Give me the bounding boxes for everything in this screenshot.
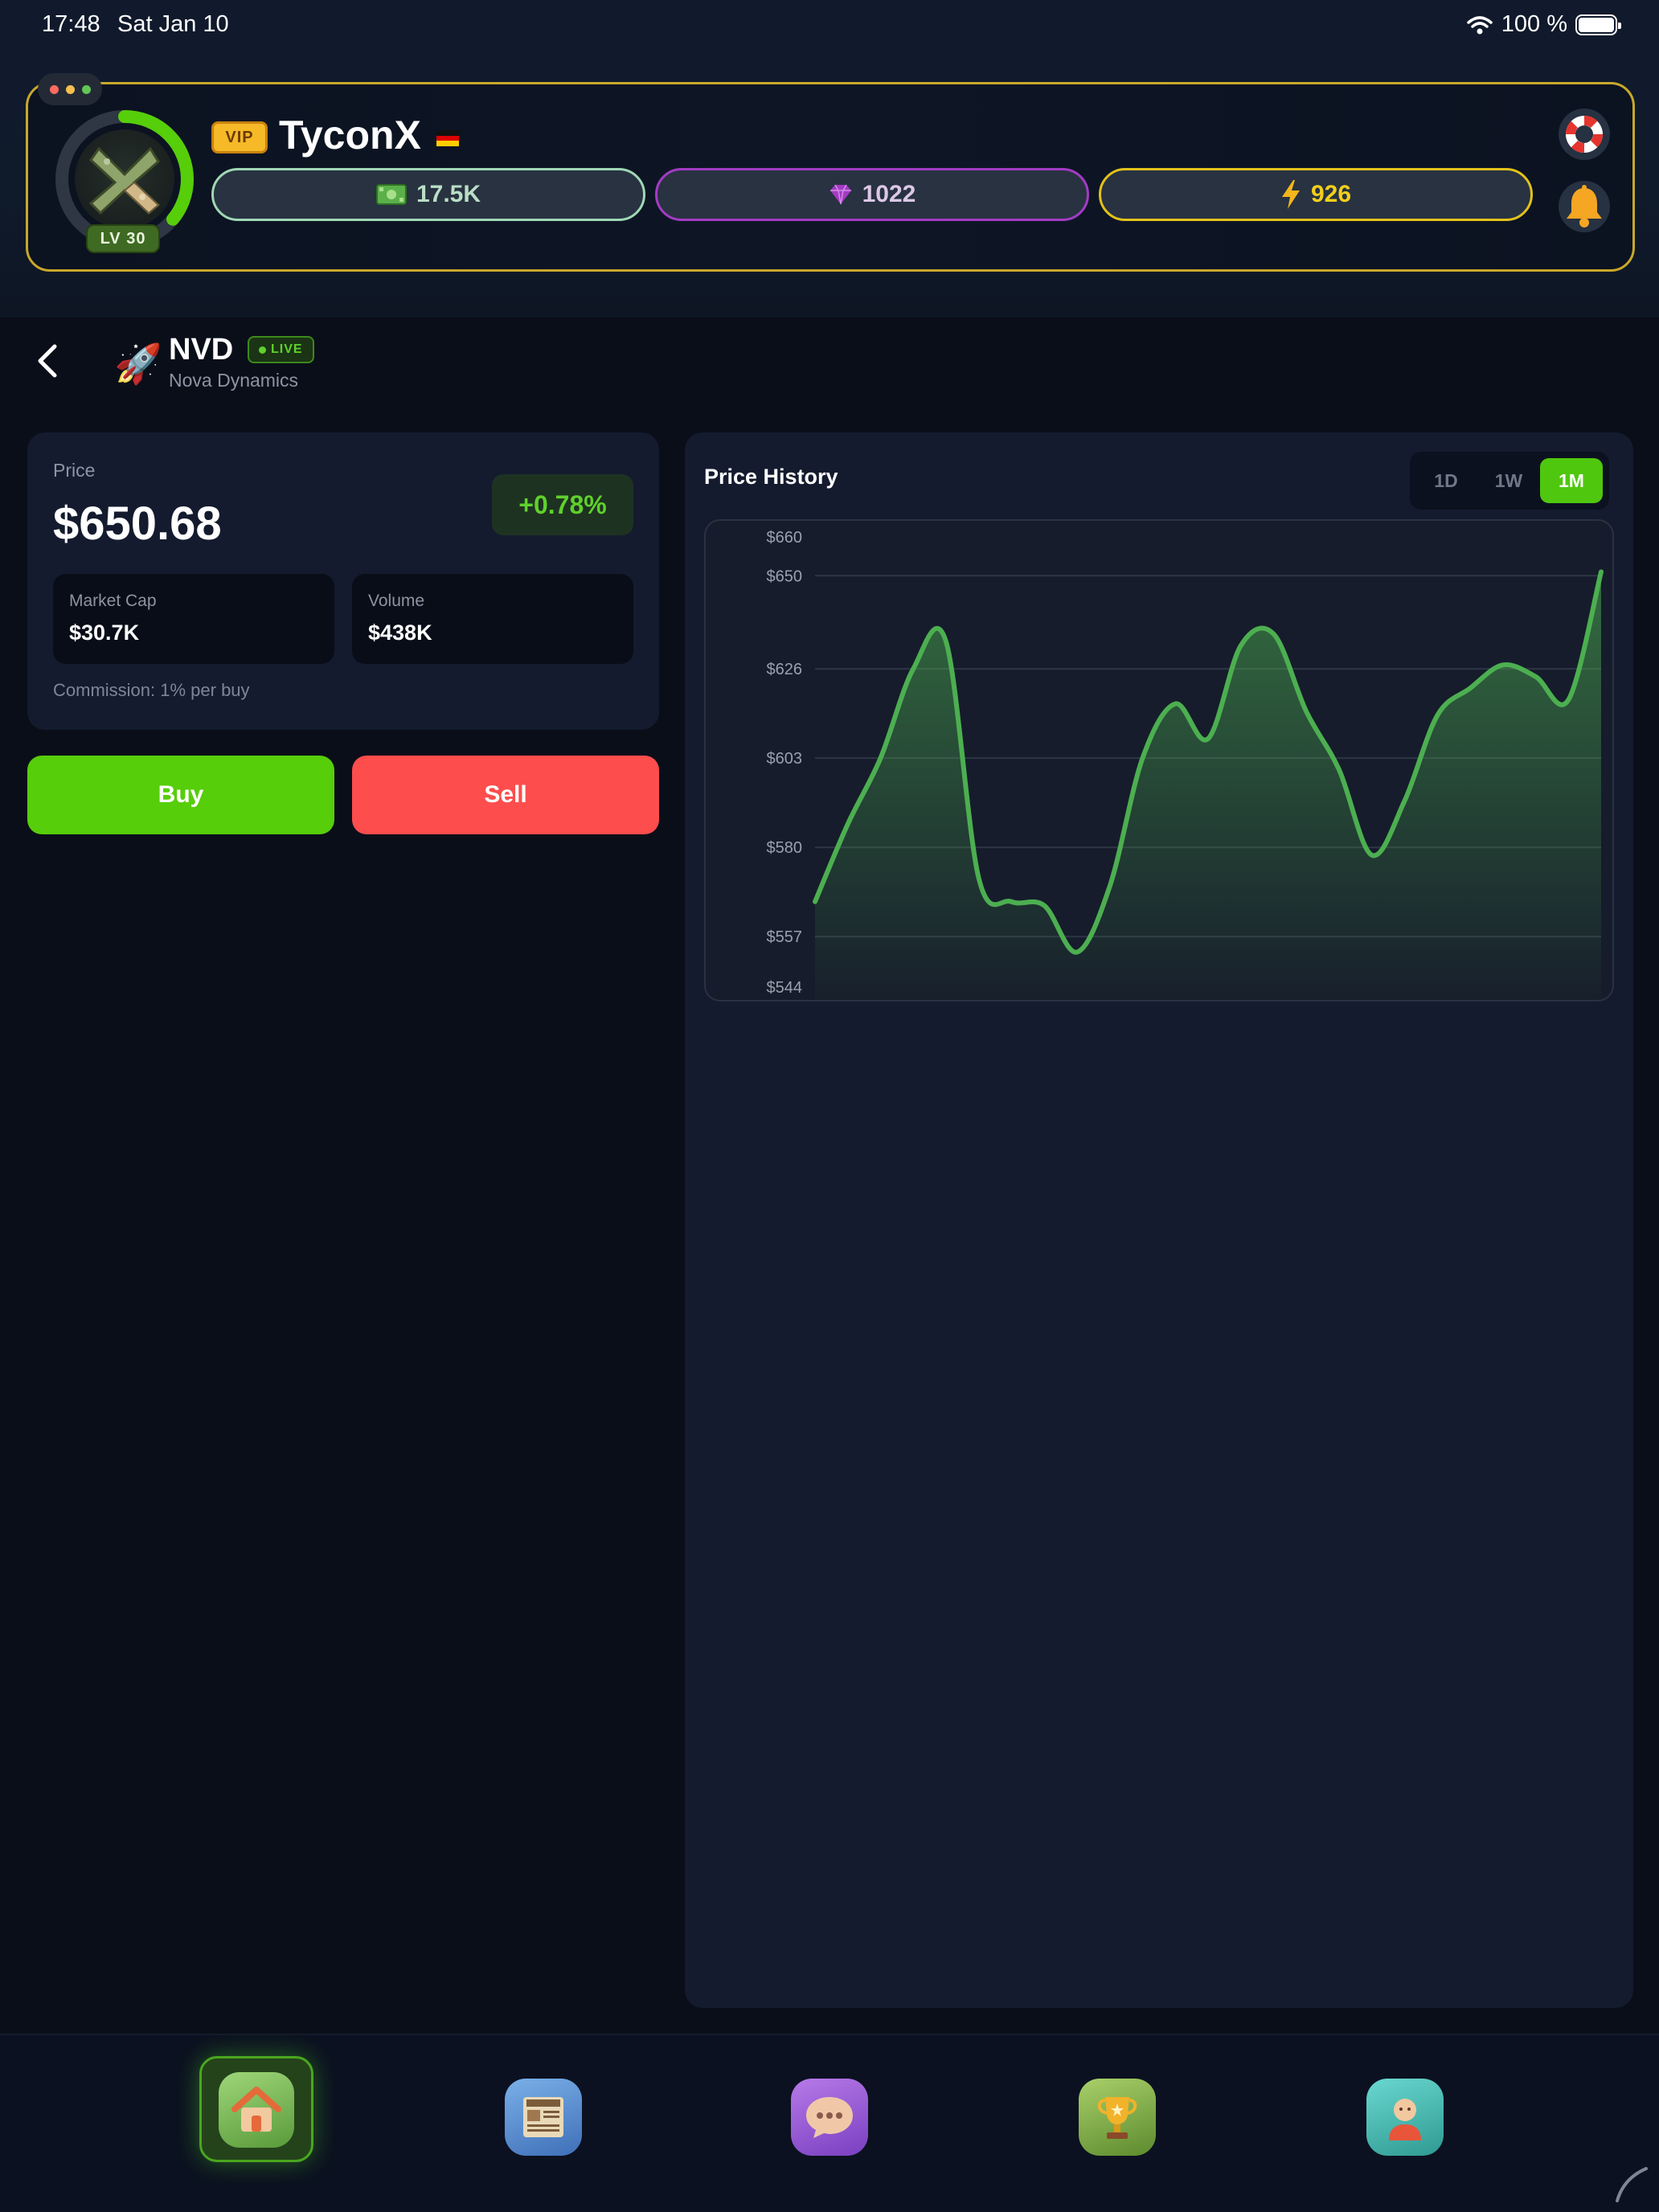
y-tick-label: $544: [767, 979, 803, 997]
window-close-dot[interactable]: [49, 84, 59, 94]
stock-company-name: Nova Dynamics: [169, 370, 299, 391]
nav-leaderboard[interactable]: [1079, 2079, 1156, 2156]
status-time: 17:48: [42, 11, 100, 37]
commission-note: Commission: 1% per buy: [53, 680, 250, 700]
bell-icon: [1567, 185, 1602, 227]
y-tick-label: $650: [767, 567, 803, 585]
nav-profile[interactable]: [1366, 2079, 1444, 2156]
username: TyconX: [279, 113, 421, 158]
chat-bubble-icon: [806, 2097, 853, 2138]
price-card: Price $650.68 +0.78% Market Cap $30.7K V…: [27, 432, 659, 730]
range-tab-1w[interactable]: 1W: [1477, 458, 1540, 503]
stock-ticker: NVD: [169, 333, 234, 367]
price-change-badge: +0.78%: [492, 474, 633, 535]
live-label: LIVE: [271, 342, 303, 356]
back-arrow-icon[interactable]: [32, 342, 64, 380]
wifi-icon: [1467, 15, 1493, 34]
energy-value: 926: [1310, 181, 1352, 207]
vip-badge: VIP: [211, 121, 268, 154]
y-tick-label: $626: [767, 661, 803, 678]
price-value: $650.68: [53, 498, 222, 550]
status-date: Sat Jan 10: [117, 11, 229, 37]
battery-percent: 100 %: [1501, 11, 1567, 37]
bottom-nav: [0, 2034, 1659, 2212]
help-button[interactable]: [1559, 109, 1610, 160]
gems-value: 1022: [862, 181, 916, 207]
volume-label: Volume: [368, 592, 425, 610]
cash-value: 17.5K: [416, 181, 481, 207]
price-history-card: Price History 1D 1W 1M $660 $650 $626 $603 $…: [685, 432, 1633, 2008]
volume-value: $438K: [368, 621, 432, 645]
flag-icon: [436, 130, 459, 146]
window-zoom-dot[interactable]: [81, 84, 91, 94]
range-tabs: 1D 1W 1M: [1410, 452, 1609, 510]
live-badge: LIVE: [248, 336, 314, 363]
nav-chat[interactable]: [791, 2079, 868, 2156]
volume-box: Volume $438K: [352, 574, 633, 664]
lightning-icon: [1281, 180, 1300, 209]
gems-balance[interactable]: 1022: [655, 168, 1089, 221]
trophy-icon: [1097, 2097, 1137, 2139]
window-minimize-dot[interactable]: [65, 84, 75, 94]
price-area-fill: [815, 571, 1601, 1000]
nav-home[interactable]: [219, 2072, 294, 2148]
cash-icon: [375, 184, 407, 205]
price-history-title: Price History: [704, 465, 838, 489]
battery-icon: [1575, 14, 1621, 35]
avatar[interactable]: [75, 129, 174, 229]
sell-button[interactable]: Sell: [352, 756, 659, 834]
y-tick-label: $660: [767, 529, 803, 547]
price-chart-frame: $660 $650 $626 $603 $580 $557 $544: [704, 519, 1614, 1002]
buy-button[interactable]: Buy: [27, 756, 334, 834]
window-controls[interactable]: [38, 73, 102, 105]
profile-card: LV 30 VIP TyconX 17.5K 1022 926: [26, 73, 1635, 272]
nav-news[interactable]: [505, 2079, 582, 2156]
home-icon: [231, 2087, 281, 2132]
price-label: Price: [53, 460, 96, 481]
y-tick-label: $580: [767, 839, 803, 857]
energy-balance[interactable]: 926: [1099, 168, 1533, 221]
notifications-button[interactable]: [1559, 181, 1610, 232]
market-cap-value: $30.7K: [69, 621, 140, 645]
person-icon: [1389, 2099, 1421, 2140]
rocket-icon: 🚀: [114, 343, 162, 386]
price-history-chart: $660 $650 $626 $603 $580 $557 $544: [767, 529, 1604, 1000]
range-tab-1m[interactable]: 1M: [1540, 458, 1603, 503]
newspaper-icon: [523, 2097, 563, 2137]
range-tab-1d[interactable]: 1D: [1415, 458, 1477, 503]
live-dot-icon: [259, 346, 266, 354]
market-cap-label: Market Cap: [69, 592, 157, 610]
status-bar: 17:48 Sat Jan 10 100 %: [0, 0, 1659, 51]
level-badge: LV 30: [86, 224, 160, 253]
y-tick-label: $557: [767, 928, 803, 946]
avatar-logo-icon: [88, 146, 161, 215]
market-cap-box: Market Cap $30.7K: [53, 574, 334, 664]
y-tick-label: $603: [767, 750, 803, 768]
cash-balance[interactable]: 17.5K: [211, 168, 645, 221]
lifebuoy-icon: [1565, 115, 1604, 154]
status-indicators: 100 %: [1466, 11, 1621, 38]
resize-handle-icon[interactable]: [1612, 2164, 1649, 2204]
gem-icon: [830, 184, 851, 205]
